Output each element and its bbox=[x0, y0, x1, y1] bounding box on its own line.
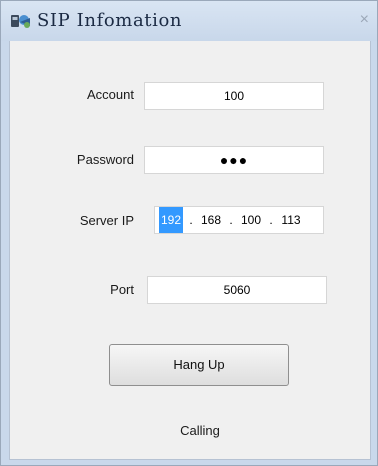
hang-up-button[interactable]: Hang Up bbox=[109, 344, 289, 386]
call-status: Calling bbox=[180, 423, 220, 438]
ip-octet-4[interactable]: 113 bbox=[279, 207, 303, 233]
close-icon[interactable]: × bbox=[360, 11, 369, 29]
port-label: Port bbox=[110, 282, 134, 297]
ip-octet-2[interactable]: 168 bbox=[199, 207, 223, 233]
ip-octet-3[interactable]: 100 bbox=[239, 207, 263, 233]
server-ip-field[interactable]: 192. 168. 100. 113 bbox=[154, 206, 324, 234]
ip-dot: . bbox=[229, 213, 233, 227]
password-label: Password bbox=[76, 152, 134, 167]
sip-info-window: SIP Infomation × Account 100 Password ●●… bbox=[0, 0, 378, 466]
title-bar[interactable]: SIP Infomation × bbox=[1, 1, 377, 41]
account-label: Account bbox=[87, 87, 134, 102]
sip-app-icon bbox=[10, 12, 32, 30]
window-title: SIP Infomation bbox=[37, 10, 183, 31]
account-field[interactable]: 100 bbox=[144, 82, 324, 110]
client-area: Account 100 Password ●●● Server IP 192. 1… bbox=[9, 41, 371, 460]
password-field[interactable]: ●●● bbox=[144, 146, 324, 174]
server-ip-label: Server IP bbox=[79, 213, 134, 228]
ip-octet-1[interactable]: 192 bbox=[159, 207, 183, 233]
port-field[interactable]: 5060 bbox=[147, 276, 327, 304]
ip-dot: . bbox=[269, 213, 273, 227]
ip-dot: . bbox=[189, 213, 193, 227]
